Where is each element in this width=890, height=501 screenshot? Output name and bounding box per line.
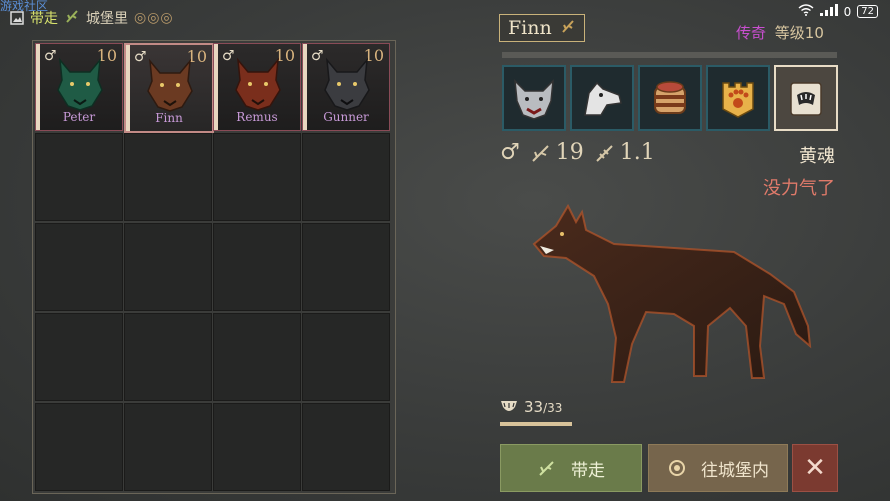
rename-feather-icon[interactable] [560,18,576,38]
level-label: 等级10 [774,24,824,42]
tab-take[interactable]: 带走 [30,8,58,28]
wolf-head-icon [147,58,193,112]
wolf-name: Finn [508,17,552,39]
meat-barrel-icon [654,81,686,114]
slot-remus[interactable]: ♂ 10 Remus [213,43,301,131]
jaw-icon [501,401,517,411]
speed-stat: 1.1 [594,140,655,165]
to-castle-label: 往城堡内 [701,460,769,481]
castle-emblem-icon [669,460,685,476]
tab-castle[interactable]: 城堡里 [86,8,128,28]
empty-slot[interactable] [124,313,212,401]
hunger-max: /33 [543,401,563,415]
rarity-label: 传奇 [736,24,767,42]
soul-type: 黄魂 [799,146,835,167]
empty-slot[interactable] [213,223,301,311]
wolf-head-icon [324,57,370,111]
wolf-face-button[interactable] [502,65,566,131]
fang-book-icon [790,82,822,116]
rarity-level: 传奇 等级10 [736,22,824,43]
action-icon-row [502,65,838,131]
wolf-name-box[interactable]: Finn [499,14,585,42]
empty-slot[interactable] [35,133,123,221]
wolf-stats: ♂ 19 1.1 [500,140,655,165]
feed-button[interactable] [638,65,702,131]
wolf-head-icon [57,57,103,111]
empty-slot[interactable] [213,133,301,221]
empty-slot[interactable] [302,133,390,221]
section-divider [502,52,837,58]
empty-slot[interactable] [213,403,301,491]
slot-peter[interactable]: ♂ 10 Peter [35,43,123,131]
hunger-value: 33 [524,398,544,416]
attack-stat: 19 [530,140,584,165]
slot-finn[interactable]: ♂ 10 Finn [124,43,214,133]
hunger-meter: 33/33 [500,398,562,416]
empty-slot[interactable] [35,313,123,401]
empty-slot[interactable] [35,403,123,491]
slot-name: Peter [62,110,96,124]
empty-slot[interactable] [124,133,212,221]
image-icon[interactable] [10,11,24,25]
take-button-label: 带走 [571,460,605,481]
empty-slot[interactable] [124,403,212,491]
empty-slot[interactable] [35,223,123,311]
male-icon: ♂ [500,140,520,165]
rings-icon: ◎◎◎ [134,10,174,26]
skill-button[interactable] [706,65,770,131]
empty-slot[interactable] [124,223,212,311]
empty-slot[interactable] [302,403,390,491]
close-icon: ✕ [804,453,826,483]
empty-slot[interactable] [213,313,301,401]
slot-gunner[interactable]: ♂ 10 Gunner [302,43,390,131]
wolf-detail-panel: Finn 传奇 等级10 ♂ 19 1.1 黄魂 没力气了 33/33 带走 往… [496,10,841,492]
hunger-bar [500,422,572,426]
close-button[interactable]: ✕ [792,444,838,492]
wolf-inventory-grid: ♂ 10 Peter ♂ 10 Finn ♂ 10 Remus ♂ 10 Gun… [32,40,396,494]
speed-value: 1.1 [619,140,655,165]
empty-slot[interactable] [302,313,390,401]
wolf-profile-icon [584,81,622,116]
to-castle-button[interactable]: 往城堡内 [648,444,788,492]
take-button[interactable]: 带走 [500,444,642,492]
battery-indicator: 72 [857,5,878,18]
wolf-portrait [532,203,812,383]
signal-count: 0 [843,4,852,19]
info-book-button[interactable] [774,65,838,131]
paw-shield-icon [722,82,754,118]
wolf-howl-button[interactable] [570,65,634,131]
top-filter-bar: 带走 城堡里 ◎◎◎ [10,8,174,28]
slot-name: Gunner [323,110,369,124]
slot-name: Finn [155,111,183,125]
slot-name: Remus [236,110,278,124]
sex-stat: ♂ [500,140,520,165]
attack-feather-icon [532,144,549,162]
wolf-head-icon [235,57,281,111]
snarling-wolf-icon [514,78,554,120]
feather-icon [539,461,554,476]
empty-slot[interactable] [302,223,390,311]
speed-feather-icon [596,144,613,162]
feather-icon [64,8,80,28]
attack-value: 19 [555,140,584,165]
